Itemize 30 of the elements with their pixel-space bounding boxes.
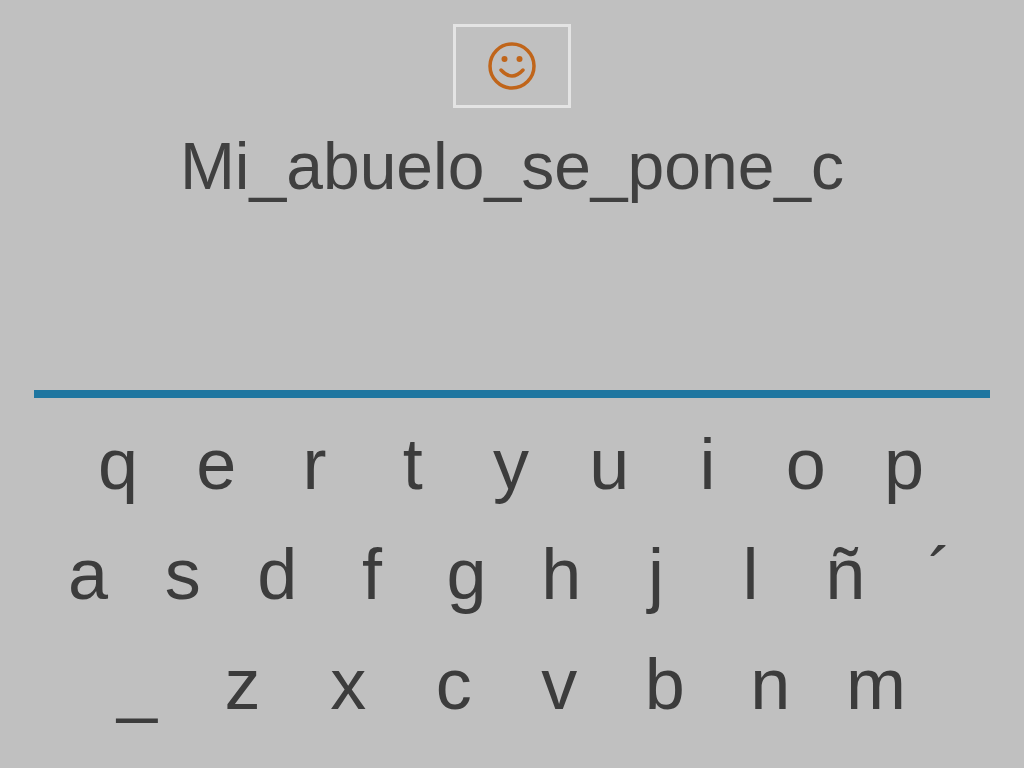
letter-key[interactable]: ñ [805,526,886,622]
smiley-button[interactable] [453,24,571,108]
letter-key[interactable]: j [615,526,696,622]
letter-key[interactable]: m [835,636,916,732]
letter-key[interactable]: l [710,526,791,622]
letter-key[interactable]: v [519,636,600,732]
sentence-text: Mi_abuelo_se_pone_c [179,128,845,204]
letter-key[interactable]: q [78,416,158,512]
letter-key[interactable]: i [667,416,748,512]
letter-key[interactable]: b [624,636,705,732]
letter-key[interactable]: t [372,416,453,512]
letter-key[interactable]: d [237,526,318,622]
letter-key[interactable]: r [274,416,355,512]
letter-key[interactable]: a [48,526,128,622]
letter-key[interactable]: o [765,416,846,512]
letter-key[interactable]: n [730,636,811,732]
letter-key[interactable]: u [569,416,650,512]
letter-key[interactable]: g [426,526,507,622]
letter-key[interactable]: ´ [899,526,980,622]
smiley-icon [487,41,537,91]
letter-key[interactable]: c [413,636,494,732]
letter-key[interactable]: e [176,416,257,512]
letter-key[interactable]: z [202,636,283,732]
letter-key[interactable]: y [471,416,551,512]
letter-key[interactable]: x [308,636,389,732]
letter-key[interactable]: s [142,526,223,622]
letter-key[interactable]: p [864,416,944,512]
letter-key[interactable]: _ [97,636,177,732]
letter-key[interactable]: f [331,526,412,622]
letter-key[interactable]: h [521,526,602,622]
